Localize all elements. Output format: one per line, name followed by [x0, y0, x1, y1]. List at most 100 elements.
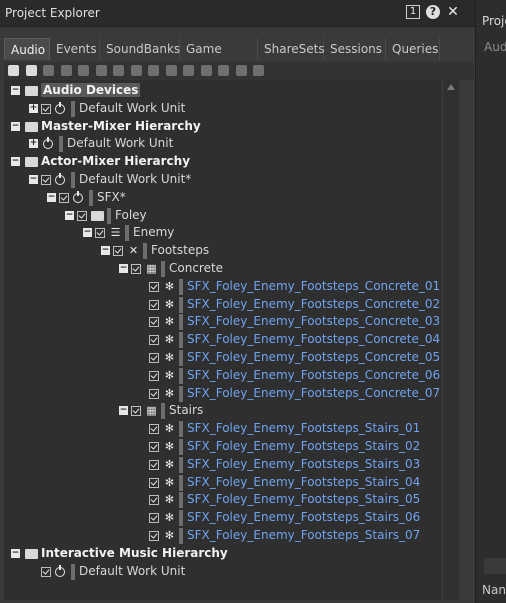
include-checkbox[interactable]	[149, 513, 159, 524]
include-checkbox[interactable]	[149, 335, 159, 346]
collapse-icon[interactable]: −	[11, 157, 20, 167]
include-checkbox[interactable]	[41, 175, 51, 185]
include-checkbox[interactable]	[149, 388, 159, 399]
sound-object-row[interactable]: ✻ SFX_Foley_Enemy_Footsteps_Concrete_05	[4, 349, 442, 367]
collapse-icon[interactable]: −	[11, 86, 20, 95]
tree-item-label: Enemy	[133, 225, 175, 240]
power-icon[interactable]	[8, 65, 19, 76]
include-checkbox[interactable]	[149, 424, 159, 435]
name-column-header[interactable]: Nan	[482, 583, 506, 597]
color-bar	[71, 100, 75, 117]
color-bar	[179, 314, 183, 331]
tree-row[interactable]: − SFX*	[4, 189, 442, 207]
tree-row[interactable]: − ✕ Footsteps	[4, 242, 442, 260]
layout-icon[interactable]	[235, 65, 247, 76]
sound-object-row[interactable]: ✻ SFX_Foley_Enemy_Footsteps_Concrete_07	[4, 385, 442, 403]
tree-item-label: SFX_Foley_Enemy_Footsteps_Concrete_03	[187, 314, 441, 329]
tree-row[interactable]: − Actor-Mixer Hierarchy	[4, 153, 442, 171]
help-icon[interactable]: ?	[426, 5, 440, 19]
tree-row[interactable]: + Default Work Unit	[4, 100, 442, 118]
tree-row[interactable]: + Default Work Unit	[4, 135, 442, 153]
stop-icon[interactable]	[183, 65, 194, 76]
tab-game-syncs[interactable]: Game Syncs	[180, 38, 258, 78]
work-unit-icon[interactable]	[43, 65, 54, 76]
collapse-icon[interactable]: −	[101, 246, 110, 256]
music-icon[interactable]	[165, 65, 177, 76]
tree-row[interactable]: − Foley	[4, 207, 442, 225]
include-checkbox[interactable]	[41, 103, 51, 114]
expand-icon[interactable]: +	[29, 103, 38, 113]
sound-object-row[interactable]: ✻ SFX_Foley_Enemy_Footsteps_Stairs_06	[4, 509, 442, 527]
include-checkbox[interactable]	[149, 477, 159, 488]
collapse-icon[interactable]: −	[11, 121, 20, 131]
include-checkbox[interactable]	[149, 299, 159, 310]
tab-soundbanks[interactable]: SoundBanks	[100, 38, 180, 60]
grid-icon[interactable]	[78, 65, 89, 76]
record-icon[interactable]	[200, 65, 212, 76]
random-container-icon: ✕	[128, 244, 139, 258]
collapse-icon[interactable]: −	[11, 548, 20, 558]
layout2-icon[interactable]	[253, 65, 264, 76]
tree-row[interactable]: − ☰ Enemy	[4, 224, 442, 242]
sound-object-row[interactable]: ✻ SFX_Foley_Enemy_Footsteps_Concrete_04	[4, 331, 442, 349]
sound-object-row[interactable]: ✻ SFX_Foley_Enemy_Footsteps_Stairs_03	[4, 456, 442, 474]
collapse-icon[interactable]: −	[119, 406, 128, 416]
vertical-scrollbar[interactable]	[442, 80, 459, 600]
include-checkbox[interactable]	[149, 531, 159, 541]
color-bar	[71, 563, 75, 580]
second-panel-tab[interactable]: Aud	[484, 40, 506, 54]
include-checkbox[interactable]	[149, 281, 159, 292]
include-checkbox[interactable]	[149, 459, 159, 470]
tab-audio[interactable]: Audio	[4, 38, 50, 60]
include-checkbox[interactable]	[77, 210, 87, 221]
include-checkbox[interactable]	[149, 317, 159, 328]
close-icon[interactable]: ✕	[446, 5, 460, 19]
include-checkbox[interactable]	[131, 264, 141, 274]
sequence-icon[interactable]	[113, 65, 124, 76]
include-checkbox[interactable]	[95, 228, 105, 239]
sound-object-row[interactable]: ✻ SFX_Foley_Enemy_Footsteps_Stairs_04	[4, 474, 442, 492]
scroll-up-icon[interactable]	[447, 84, 455, 90]
tree-row[interactable]: − Interactive Music Hierarchy	[4, 545, 442, 563]
sound-object-row[interactable]: ✻ SFX_Foley_Enemy_Footsteps_Stairs_07	[4, 527, 442, 545]
pin-icon[interactable]: 1	[406, 5, 420, 19]
tab-sessions[interactable]: Sessions	[324, 38, 386, 60]
sound-object-row[interactable]: ✻ SFX_Foley_Enemy_Footsteps_Concrete_01	[4, 278, 442, 296]
switch-icon[interactable]	[148, 65, 159, 76]
random-icon[interactable]	[130, 65, 142, 76]
list-icon[interactable]	[95, 65, 107, 76]
collapse-icon[interactable]: −	[29, 175, 38, 184]
include-checkbox[interactable]	[149, 495, 159, 506]
sound-object-row[interactable]: ✻ SFX_Foley_Enemy_Footsteps_Concrete_06	[4, 367, 442, 385]
expand-icon[interactable]: +	[29, 139, 38, 149]
sound-object-row[interactable]: ✻ SFX_Foley_Enemy_Footsteps_Concrete_02	[4, 296, 442, 314]
tree-row[interactable]: − Default Work Unit*	[4, 171, 442, 189]
sound-object-row[interactable]: ✻ SFX_Foley_Enemy_Footsteps_Stairs_02	[4, 438, 442, 456]
tree-row[interactable]: − Master-Mixer Hierarchy	[4, 118, 442, 136]
include-checkbox[interactable]	[113, 246, 123, 257]
sound-object-row[interactable]: ✻ SFX_Foley_Enemy_Footsteps_Stairs_05	[4, 491, 442, 509]
tree-row[interactable]: − ▦ Concrete	[4, 260, 442, 278]
sound-object-row[interactable]: ✻ SFX_Foley_Enemy_Footsteps_Concrete_03	[4, 313, 442, 331]
sound-object-row[interactable]: ✻ SFX_Foley_Enemy_Footsteps_Stairs_01	[4, 420, 442, 438]
split-icon[interactable]	[218, 65, 229, 76]
include-checkbox[interactable]	[131, 406, 141, 417]
include-checkbox[interactable]	[59, 192, 69, 203]
include-checkbox[interactable]	[149, 353, 159, 363]
tree-view[interactable]: − Audio Devices + Default Work Unit − Master-…	[4, 80, 442, 600]
include-checkbox[interactable]	[41, 566, 51, 577]
tab-queries[interactable]: Queries	[386, 38, 440, 60]
folder-icon[interactable]	[25, 65, 37, 76]
tree-row[interactable]: Default Work Unit	[4, 563, 442, 581]
include-checkbox[interactable]	[149, 442, 159, 452]
tab-sharesets[interactable]: ShareSets	[258, 38, 325, 60]
tab-events[interactable]: Events	[50, 38, 100, 60]
tree-row[interactable]: − Audio Devices	[4, 82, 442, 100]
blend-icon[interactable]	[60, 65, 72, 76]
collapse-icon[interactable]: −	[47, 192, 56, 202]
collapse-icon[interactable]: −	[119, 264, 128, 273]
tree-row[interactable]: − ▦ Stairs	[4, 402, 442, 420]
collapse-icon[interactable]: −	[65, 210, 74, 220]
collapse-icon[interactable]: −	[83, 228, 92, 238]
include-checkbox[interactable]	[149, 370, 159, 381]
